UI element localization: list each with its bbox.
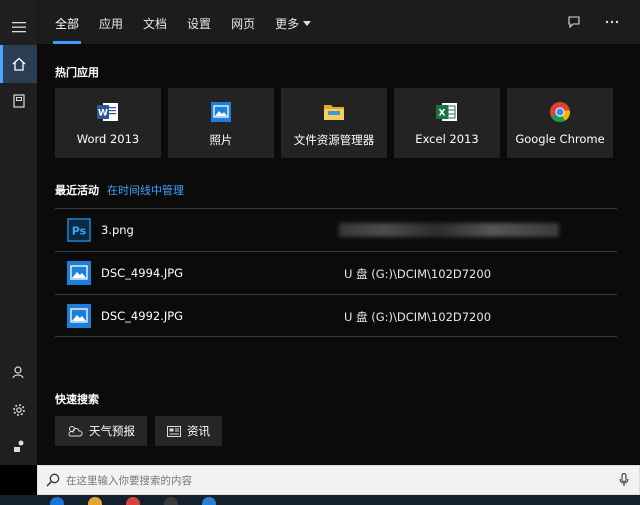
search-panel: 全部 应用 文档 设置 网页 更多 热门应用 W Word 2013 照片 文件… [37,0,640,465]
home-button[interactable] [0,45,37,83]
microphone-icon[interactable] [619,473,629,487]
svg-text:X: X [439,109,446,119]
filter-tabs: 全部 应用 文档 设置 网页 更多 [45,0,321,44]
chrome-icon [550,102,571,123]
gear-icon [12,404,25,416]
app-label: 照片 [209,133,233,147]
app-label: Excel 2013 [415,132,479,146]
tab-more[interactable]: 更多 [265,0,321,44]
news-icon [167,425,181,437]
recent-activity-heading: 最近活动 [55,184,99,197]
blurred-path [339,223,559,237]
quick-search-weather-button[interactable]: 天气预报 [55,416,147,446]
manage-timeline-link[interactable]: 在时间线中管理 [107,182,184,198]
app-tile-word[interactable]: W Word 2013 [55,88,161,158]
taskbar-edge-icon[interactable] [50,497,64,505]
tab-documents[interactable]: 文档 [133,0,177,44]
quick-search-list: 天气预报 资讯 [55,416,222,446]
tab-apps[interactable]: 应用 [89,0,133,44]
svg-text:W: W [98,109,108,119]
app-tile-file-explorer[interactable]: 文件资源管理器 [281,88,387,158]
notebook-button[interactable] [0,82,37,120]
notebook-icon [12,94,25,108]
search-icon [46,473,60,487]
folder-icon [324,105,344,120]
image-icon [67,304,91,328]
tab-web[interactable]: 网页 [221,0,265,44]
top-apps-heading: 热门应用 [55,66,99,79]
photoshop-icon: Ps [67,218,91,242]
quick-search-label: 资讯 [187,424,210,438]
taskbar-folder-icon[interactable] [88,497,102,505]
svg-text:Ps: Ps [72,225,87,238]
feedback-icon [13,440,23,452]
feedback-person-icon [568,16,580,29]
word-icon: W [97,103,118,121]
taskbar-photos-icon[interactable] [202,497,216,505]
app-label: Word 2013 [76,132,140,146]
recent-list: Ps 3.png DSC_4994.JPG U 盘 (G:)\DCIM\102D… [55,208,617,337]
home-icon [12,57,25,71]
hamburger-menu-button[interactable] [0,8,37,46]
account-button[interactable] [0,353,37,391]
tab-all[interactable]: 全部 [45,0,89,44]
list-item[interactable]: DSC_4992.JPG U 盘 (G:)\DCIM\102D7200 [55,294,617,337]
taskbar-app-icon[interactable] [164,497,178,505]
hamburger-icon [11,22,26,33]
list-item[interactable]: Ps 3.png [55,208,617,251]
file-name: DSC_4994.JPG [101,266,184,280]
quick-search-label: 天气预报 [89,424,135,438]
file-path: U 盘 (G:)\DCIM\102D7200 [344,310,492,324]
top-apps-list: W Word 2013 照片 文件资源管理器 X Excel 2013 Goog… [55,88,613,158]
tab-settings[interactable]: 设置 [177,0,221,44]
weather-icon [68,426,83,437]
list-item[interactable]: DSC_4994.JPG U 盘 (G:)\DCIM\102D7200 [55,251,617,294]
left-rail [0,0,37,465]
person-icon [11,366,24,379]
settings-button[interactable] [0,391,37,429]
photos-icon [211,102,231,122]
feedback-hub-button[interactable] [564,12,584,32]
more-options-button[interactable] [602,12,622,32]
feedback-button[interactable] [0,427,37,465]
file-path: U 盘 (G:)\DCIM\102D7200 [344,267,492,281]
app-tile-excel[interactable]: X Excel 2013 [394,88,500,158]
quick-search-news-button[interactable]: 资讯 [155,416,222,446]
tab-more-label: 更多 [275,17,300,31]
app-tile-chrome[interactable]: Google Chrome [507,88,613,158]
app-label: Google Chrome [515,132,605,146]
chevron-down-icon [303,21,312,26]
taskbar-chrome-icon[interactable] [126,497,140,505]
search-input[interactable] [66,471,606,491]
app-tile-photos[interactable]: 照片 [168,88,274,158]
excel-icon: X [436,103,457,121]
taskbar [0,495,640,505]
file-name: DSC_4992.JPG [101,309,184,323]
file-name: 3.png [101,223,134,237]
image-icon [67,261,91,285]
top-bar: 全部 应用 文档 设置 网页 更多 [37,0,640,44]
app-label: 文件资源管理器 [293,133,375,147]
search-box [37,465,640,495]
ellipsis-icon [605,20,619,24]
quick-search-heading: 快速搜索 [55,393,99,406]
